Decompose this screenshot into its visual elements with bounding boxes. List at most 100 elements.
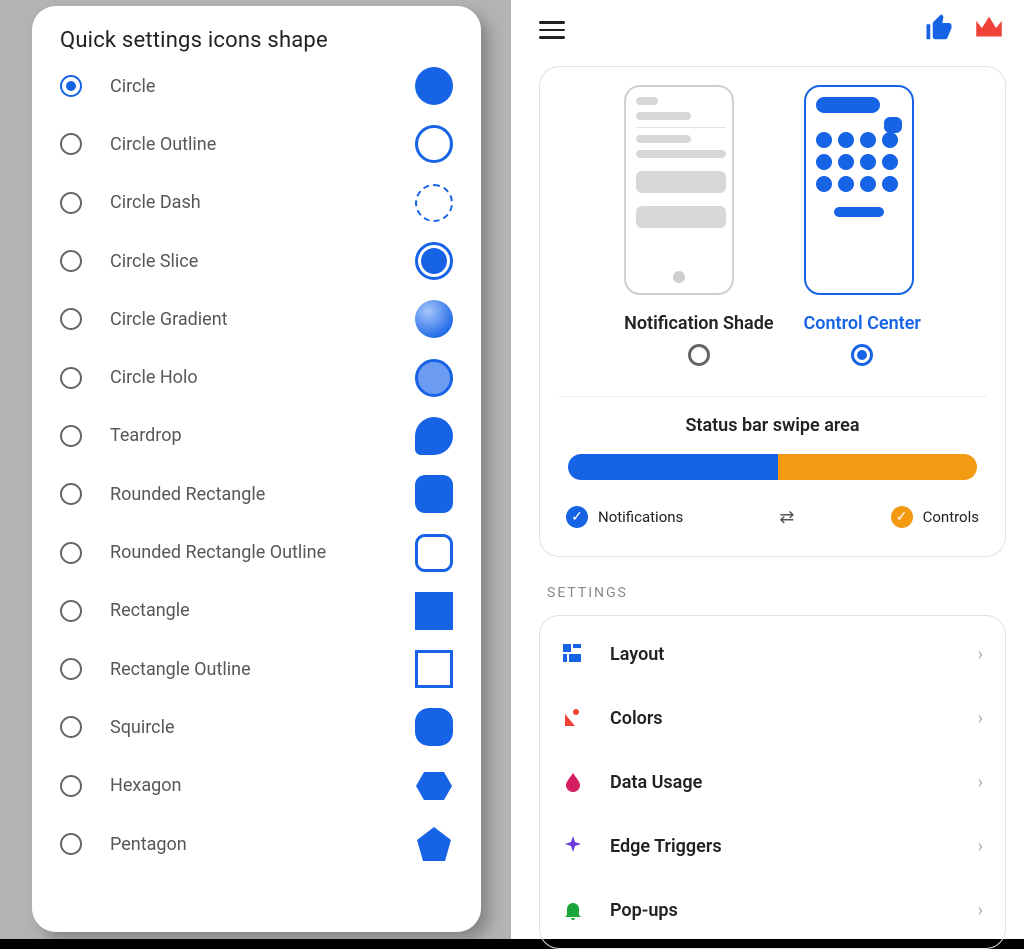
radio-icon [60,542,82,564]
drop-icon [562,771,584,793]
shape-option-rrect-outline[interactable]: Rounded Rectangle Outline [32,523,481,581]
circle-slice-shape-icon [415,242,453,280]
squircle-shape-icon [415,708,453,746]
rrect-outline-shape-icon [415,534,453,572]
radio-icon [851,344,873,366]
option-label: Circle [110,76,415,97]
crown-icon[interactable] [954,11,1006,49]
shape-option-rect[interactable]: Rectangle [32,582,481,640]
chevron-right-icon: › [978,708,983,729]
rrect-shape-icon [415,475,453,513]
option-label: Hexagon [110,775,415,796]
check-icon: ✓ [891,506,913,528]
mode-card: Notification Shade Control Center [539,66,1006,557]
shape-option-circle-holo[interactable]: Circle Holo [32,348,481,406]
hexagon-shape-icon [415,767,453,805]
circle-fill-shape-icon [415,67,453,105]
settings-list: Layout›Colors›Data Usage›Edge Triggers›P… [539,615,1006,949]
shape-option-circle-gradient[interactable]: Circle Gradient [32,290,481,348]
radio-icon [60,192,82,214]
menu-icon[interactable] [539,21,565,39]
chevron-right-icon: › [978,836,983,857]
radio-icon [688,344,710,366]
left-pane: Quick settings icons shape Circle Circle … [0,0,511,939]
layout-icon [562,643,584,665]
section-label: SETTINGS [547,585,1006,601]
radio-icon [60,308,82,330]
mode-label: Notification Shade [624,313,773,334]
swipe-title: Status bar swipe area [558,415,987,436]
row-label: Edge Triggers [610,836,978,857]
shape-picker-dialog: Quick settings icons shape Circle Circle … [32,6,481,932]
thumbs-up-icon[interactable] [924,13,954,47]
sparkle-icon [562,835,584,857]
option-label: Teardrop [110,425,415,446]
shape-option-circle-outline[interactable]: Circle Outline [32,115,481,173]
chevron-right-icon: › [978,900,983,921]
rect-shape-icon [415,592,453,630]
right-pane: Notification Shade Control Center [511,0,1024,939]
colors-icon [562,707,584,729]
shape-option-rrect[interactable]: Rounded Rectangle [32,465,481,523]
radio-icon [60,425,82,447]
shape-option-rect-outline[interactable]: Rectangle Outline [32,640,481,698]
settings-row-colors[interactable]: Colors› [540,686,1005,750]
bell-icon [562,899,584,921]
mode-label: Control Center [804,313,921,334]
settings-row-bell[interactable]: Pop-ups› [540,878,1005,942]
circle-outline-shape-icon [415,125,453,163]
settings-row-layout[interactable]: Layout› [540,622,1005,686]
option-label: Circle Outline [110,134,415,155]
shape-option-hexagon[interactable]: Hexagon [32,757,481,815]
topbar [539,0,1006,60]
settings-row-drop[interactable]: Data Usage› [540,750,1005,814]
radio-icon [60,250,82,272]
teardrop-shape-icon [415,417,453,455]
shape-option-squircle[interactable]: Squircle [32,698,481,756]
swap-icon[interactable]: ⇄ [779,507,794,528]
radio-icon [60,658,82,680]
radio-icon [60,133,82,155]
option-label: Circle Gradient [110,309,415,330]
option-label: Circle Holo [110,367,415,388]
row-label: Layout [610,644,978,665]
legend-controls[interactable]: ✓ Controls [891,506,979,528]
rect-outline-shape-icon [415,650,453,688]
notification-preview-icon [624,85,734,295]
row-label: Colors [610,708,978,729]
option-label: Pentagon [110,834,415,855]
shape-option-circle-dash[interactable]: Circle Dash [32,174,481,232]
chevron-right-icon: › [978,644,983,665]
option-label: Circle Dash [110,192,415,213]
mode-control-center[interactable]: Control Center [804,85,921,370]
swipe-legend: ✓ Notifications ⇄ ✓ Controls [558,506,987,528]
legend-notifications[interactable]: ✓ Notifications [566,506,683,528]
circle-gradient-shape-icon [415,300,453,338]
radio-icon [60,483,82,505]
shape-option-teardrop[interactable]: Teardrop [32,407,481,465]
mode-selector: Notification Shade Control Center [558,85,987,370]
swipe-area-slider[interactable] [568,454,977,480]
radio-icon [60,600,82,622]
option-label: Rounded Rectangle Outline [110,542,415,563]
row-label: Data Usage [610,772,978,793]
radio-icon [60,75,82,97]
check-icon: ✓ [566,506,588,528]
option-label: Rectangle Outline [110,659,415,680]
radio-icon [60,775,82,797]
shape-option-circle-slice[interactable]: Circle Slice [32,232,481,290]
option-label: Circle Slice [110,251,415,272]
chevron-right-icon: › [978,772,983,793]
shape-option-circle-fill[interactable]: Circle [32,57,481,115]
mode-notification[interactable]: Notification Shade [624,85,773,370]
dialog-title: Quick settings icons shape [32,28,481,57]
shape-option-pentagon[interactable]: Pentagon [32,815,481,873]
circle-holo-shape-icon [415,359,453,397]
option-label: Squircle [110,717,415,738]
option-label: Rectangle [110,600,415,621]
settings-row-sparkle[interactable]: Edge Triggers› [540,814,1005,878]
legend-label: Controls [923,508,979,526]
option-label: Rounded Rectangle [110,484,415,505]
radio-icon [60,716,82,738]
radio-icon [60,833,82,855]
